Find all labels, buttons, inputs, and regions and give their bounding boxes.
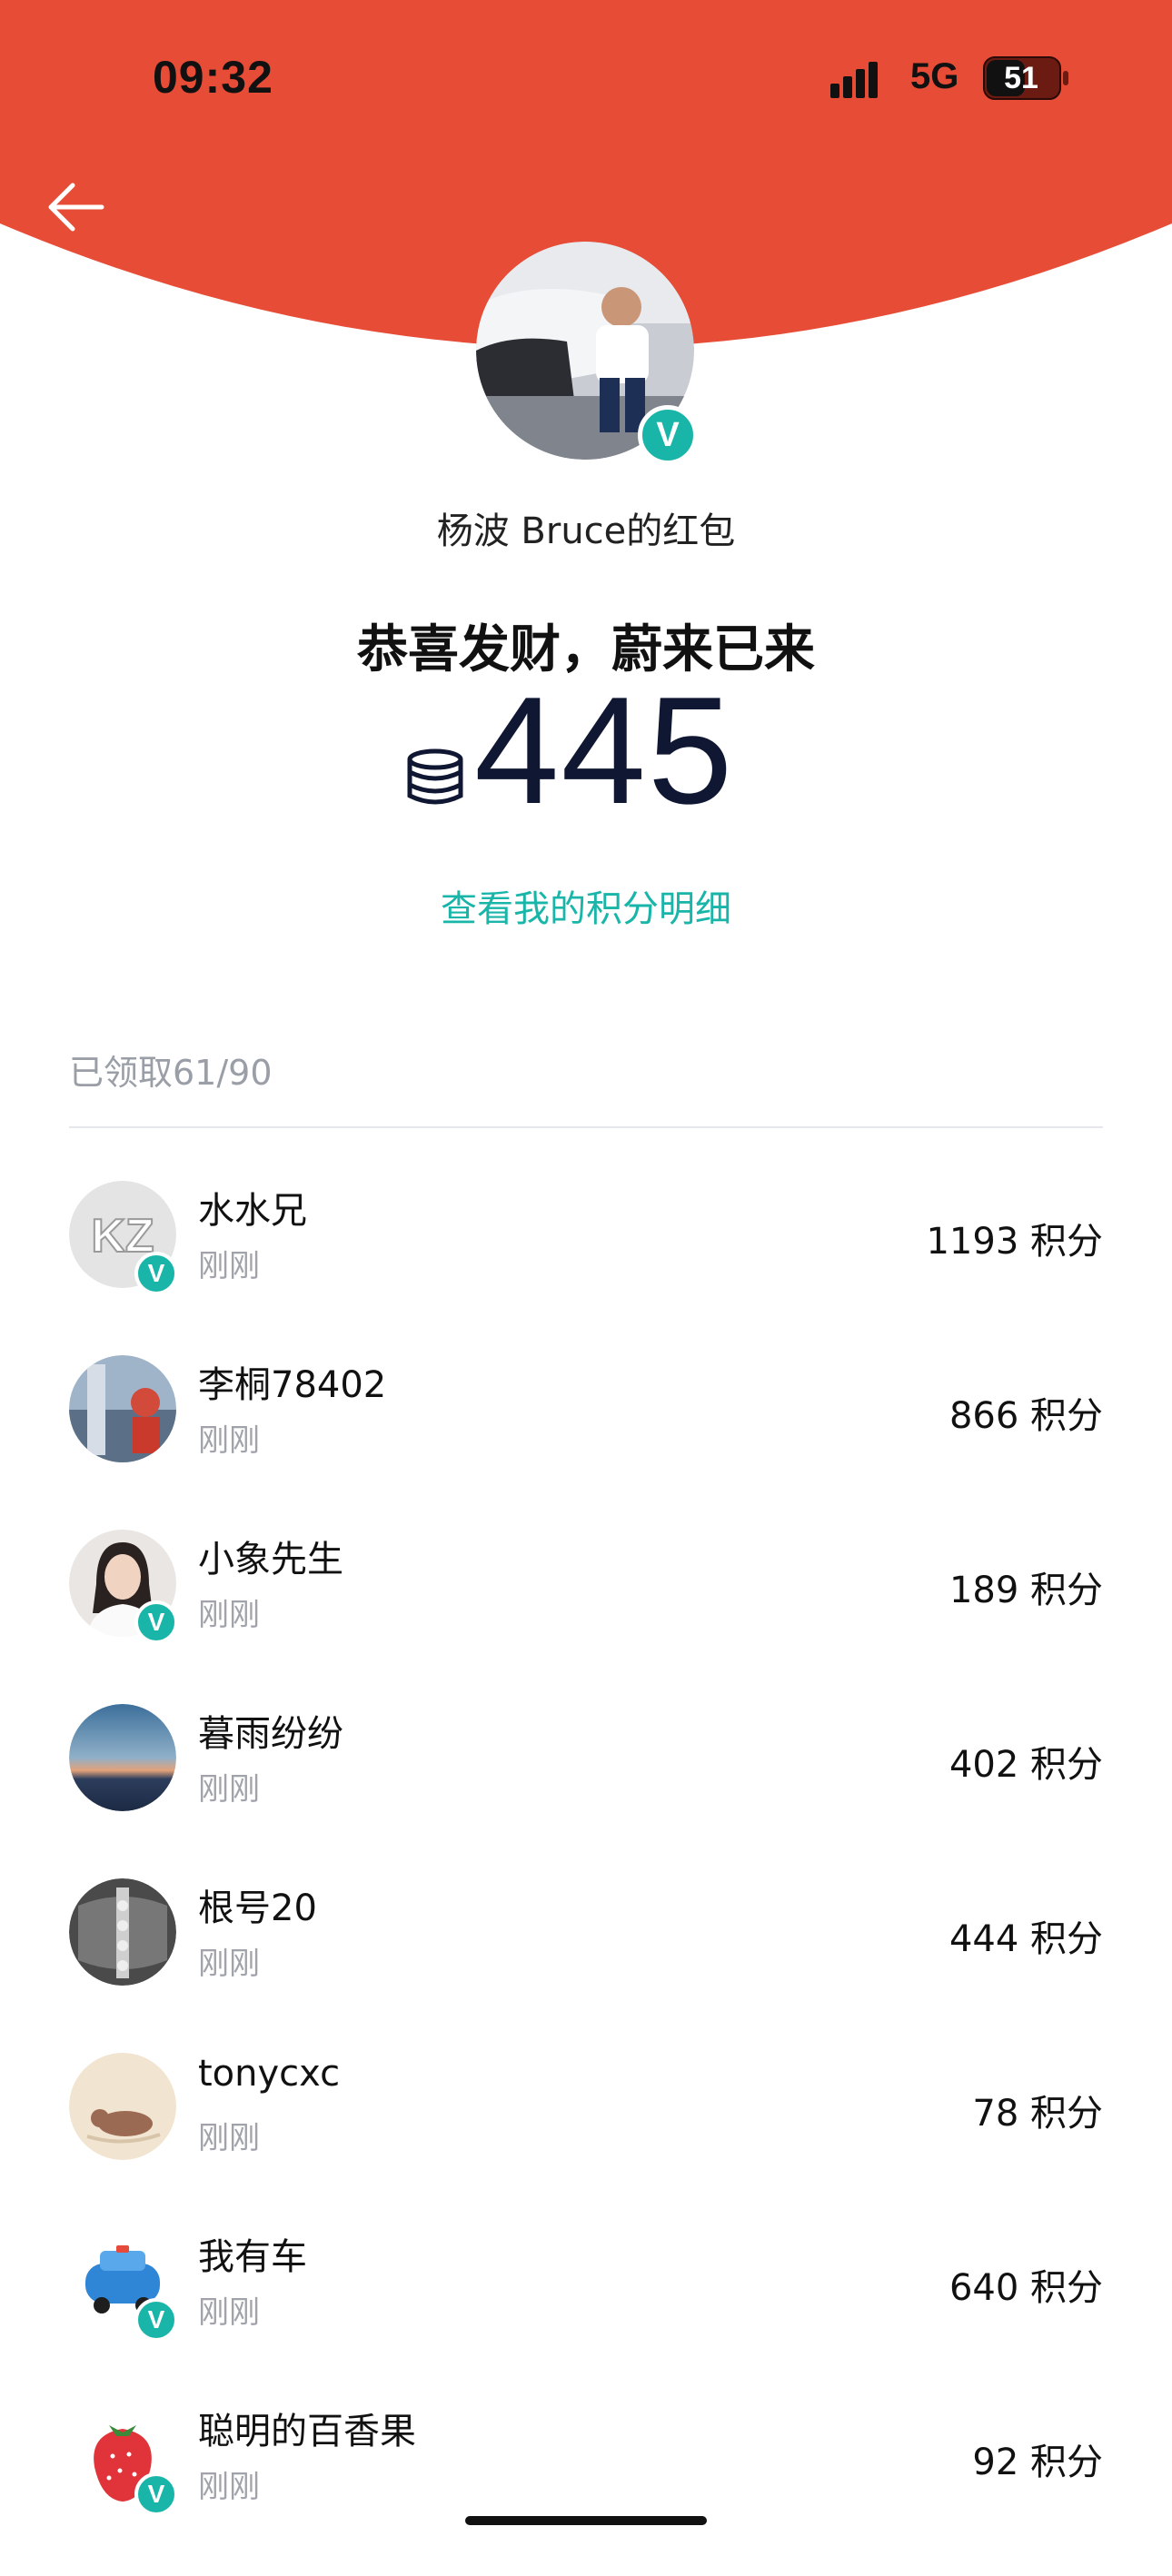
network-label: 5G bbox=[910, 56, 959, 96]
claim-time: 刚刚 bbox=[198, 1771, 260, 1808]
list-item[interactable]: 暮雨纷纷 刚刚 402 积分 bbox=[0, 1704, 1172, 1878]
list-item[interactable]: tonycxc 刚刚 78 积分 bbox=[0, 2053, 1172, 2227]
verified-badge-icon: V bbox=[134, 2298, 178, 2342]
claim-points: 402 积分 bbox=[949, 1744, 1103, 1786]
claim-points: 189 积分 bbox=[949, 1570, 1103, 1611]
claim-points: 1193 积分 bbox=[926, 1221, 1103, 1263]
arrow-left-icon bbox=[48, 183, 104, 232]
home-indicator[interactable] bbox=[465, 2516, 707, 2525]
claimer-name: 暮雨纷纷 bbox=[198, 1713, 343, 1755]
claim-time: 刚刚 bbox=[198, 1597, 260, 1633]
claim-time: 刚刚 bbox=[198, 2469, 260, 2505]
signal-icon bbox=[830, 62, 878, 98]
avatar bbox=[69, 2053, 176, 2160]
back-button[interactable] bbox=[44, 171, 116, 243]
claim-time: 刚刚 bbox=[198, 1422, 260, 1459]
list-item[interactable]: 李桐78402 刚刚 866 积分 bbox=[0, 1355, 1172, 1530]
status-time: 09:32 bbox=[153, 52, 273, 103]
avatar bbox=[69, 1878, 176, 1986]
coin-stack-icon bbox=[407, 748, 463, 805]
claim-points: 78 积分 bbox=[972, 2093, 1103, 2135]
verified-badge-icon: V bbox=[134, 1252, 178, 1295]
claimed-count: 已领取61/90 bbox=[69, 1053, 273, 1093]
verified-badge-icon: V bbox=[134, 2472, 178, 2516]
verified-badge-icon: V bbox=[134, 1600, 178, 1644]
claimer-name: 水水兄 bbox=[198, 1190, 307, 1232]
list-item[interactable]: V 我有车 刚刚 640 积分 bbox=[0, 2227, 1172, 2402]
points-detail-link[interactable]: 查看我的积分明细 bbox=[0, 879, 1172, 932]
claim-time: 刚刚 bbox=[198, 1946, 260, 1982]
verified-badge-icon: V bbox=[638, 405, 698, 465]
claimer-name: 我有车 bbox=[198, 2236, 307, 2278]
claim-points: 92 积分 bbox=[972, 2442, 1103, 2483]
list-item[interactable]: 根号20 刚刚 444 积分 bbox=[0, 1878, 1172, 2053]
claim-time: 刚刚 bbox=[198, 2120, 260, 2156]
list-item[interactable]: KZ V 水水兄 刚刚 1193 积分 bbox=[0, 1181, 1172, 1355]
claimer-name: 小象先生 bbox=[198, 1539, 343, 1580]
battery-level: 51 bbox=[1004, 61, 1038, 95]
divider bbox=[69, 1126, 1103, 1128]
avatar bbox=[69, 1355, 176, 1462]
claim-points: 866 积分 bbox=[949, 1395, 1103, 1437]
claimer-name: 聪明的百香果 bbox=[198, 2411, 416, 2452]
packet-owner: 杨波 Bruce的红包 bbox=[436, 510, 736, 552]
avatar bbox=[69, 1704, 176, 1811]
list-item[interactable]: V 小象先生 刚刚 189 积分 bbox=[0, 1530, 1172, 1704]
packet-amount: 445 bbox=[474, 665, 735, 836]
claim-time: 刚刚 bbox=[198, 1248, 260, 1284]
claim-time: 刚刚 bbox=[198, 2294, 260, 2331]
list-item[interactable]: V 聪明的百香果 刚刚 92 积分 bbox=[0, 2402, 1172, 2576]
claimer-name: 根号20 bbox=[198, 1887, 317, 1929]
status-bar: 09:32 5G 51 bbox=[0, 0, 1172, 163]
claim-points: 444 积分 bbox=[949, 1918, 1103, 1960]
claimer-name: tonycxc bbox=[198, 2053, 341, 2095]
claimer-name: 李桐78402 bbox=[198, 1364, 387, 1406]
claim-points: 640 积分 bbox=[949, 2267, 1103, 2309]
